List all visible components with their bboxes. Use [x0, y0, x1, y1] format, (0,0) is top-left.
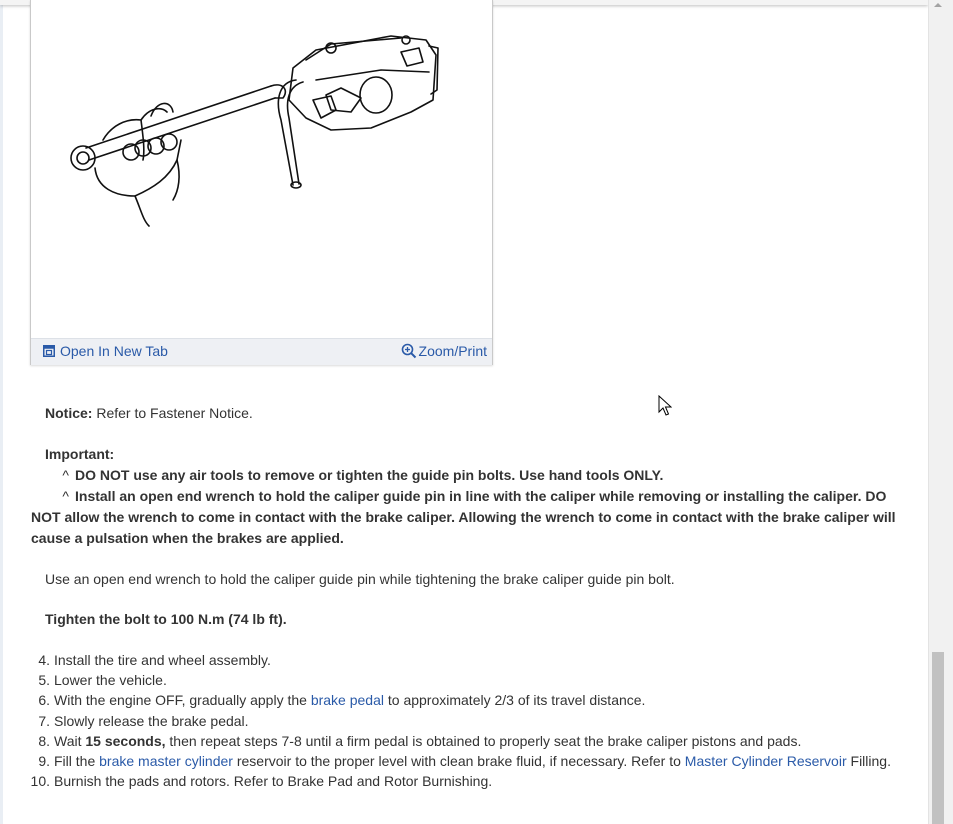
step-number: 8.: [38, 732, 50, 749]
steps-list: 4. Install the tire and wheel assembly. 5…: [30, 650, 891, 791]
step-text: to approximately 2/3 of its travel dista…: [383, 692, 646, 709]
figure-panel: Open In New Tab Zoom/Print: [30, 0, 493, 365]
step-text: Filling.: [846, 752, 891, 769]
step-text: Lower the vehicle.: [54, 672, 167, 689]
zoom-print-button[interactable]: Zoom/Print: [401, 343, 487, 359]
brake-caliper-wrench-illustration: [70, 35, 439, 227]
step-text: Wait: [54, 732, 86, 749]
figure-toolbar: Open In New Tab Zoom/Print: [31, 338, 492, 365]
zoom-magnifier-icon: [401, 343, 416, 359]
step-bold-text: 15 seconds,: [85, 732, 166, 749]
vertical-scrollbar[interactable]: [928, 0, 953, 824]
open-in-new-tab-button[interactable]: Open In New Tab: [43, 343, 168, 359]
brake-master-cylinder-link[interactable]: brake master cylinder: [99, 753, 233, 769]
important-bullet-1-text: DO NOT use any air tools to remove or ti…: [75, 467, 664, 483]
step-text: Burnish the pads and rotors. Refer to Br…: [54, 773, 493, 790]
zoom-print-label: Zoom/Print: [418, 343, 487, 359]
list-item: 10. Burnish the pads and rotors. Refer to…: [30, 771, 891, 791]
open-in-new-tab-icon: [43, 345, 55, 357]
step-text: then repeat steps 7-8 until a firm pedal…: [165, 732, 802, 749]
step-number: 7.: [38, 712, 50, 729]
step-number: 5.: [38, 672, 50, 689]
list-item: 9. Fill the brake master cylinder reservo…: [30, 751, 891, 771]
step-text: Install the tire and wheel assembly.: [54, 652, 271, 668]
scroll-up-arrow-icon[interactable]: [931, 0, 945, 10]
step-text: With the engine OFF, gradually apply the: [54, 692, 311, 709]
step-text: Fill the: [54, 752, 100, 769]
notice-text: Refer to Fastener Notice.: [92, 405, 253, 421]
caret-marker: ^: [62, 467, 69, 483]
list-item: 8. Wait 15 seconds, then repeat steps 7-8…: [30, 731, 891, 751]
caret-marker: ^: [62, 488, 69, 504]
list-item: 6. With the engine OFF, gradually apply t…: [30, 690, 891, 710]
notice-label: Notice:: [45, 405, 93, 421]
step-number: 10.: [30, 773, 50, 790]
brake-pedal-link[interactable]: brake pedal: [311, 692, 384, 708]
list-item: 4. Install the tire and wheel assembly.: [30, 650, 891, 670]
step-number: 9.: [38, 752, 50, 769]
master-cylinder-reservoir-link[interactable]: Master Cylinder Reservoir: [685, 753, 847, 769]
important-bullet-2-text: Install an open end wrench to hold the c…: [31, 488, 896, 546]
mouse-pointer-icon: [658, 395, 672, 416]
list-item: 7. Slowly release the brake pedal.: [30, 711, 891, 731]
step-text: Slowly release the brake pedal.: [54, 712, 249, 729]
important-bullet-1: ^ DO NOT use any air tools to remove or t…: [31, 465, 911, 486]
important-bullet-2: ^ Install an open end wrench to hold the …: [31, 486, 911, 549]
torque-spec: Tighten the bolt to 100 N.m (74 lb ft).: [45, 611, 287, 627]
instruction-text: Use an open end wrench to hold the calip…: [45, 571, 675, 587]
step-text: reservoir to the proper level with clean…: [232, 752, 685, 769]
notice-line: Notice: Refer to Fastener Notice.: [45, 403, 253, 424]
step-number: 4.: [38, 652, 50, 668]
scrollbar-thumb[interactable]: [932, 652, 944, 824]
open-in-new-tab-label: Open In New Tab: [60, 343, 168, 359]
list-item: 5. Lower the vehicle.: [30, 670, 891, 690]
important-label: Important:: [45, 446, 115, 462]
step-number: 6.: [38, 692, 50, 709]
left-edge: [0, 0, 3, 824]
